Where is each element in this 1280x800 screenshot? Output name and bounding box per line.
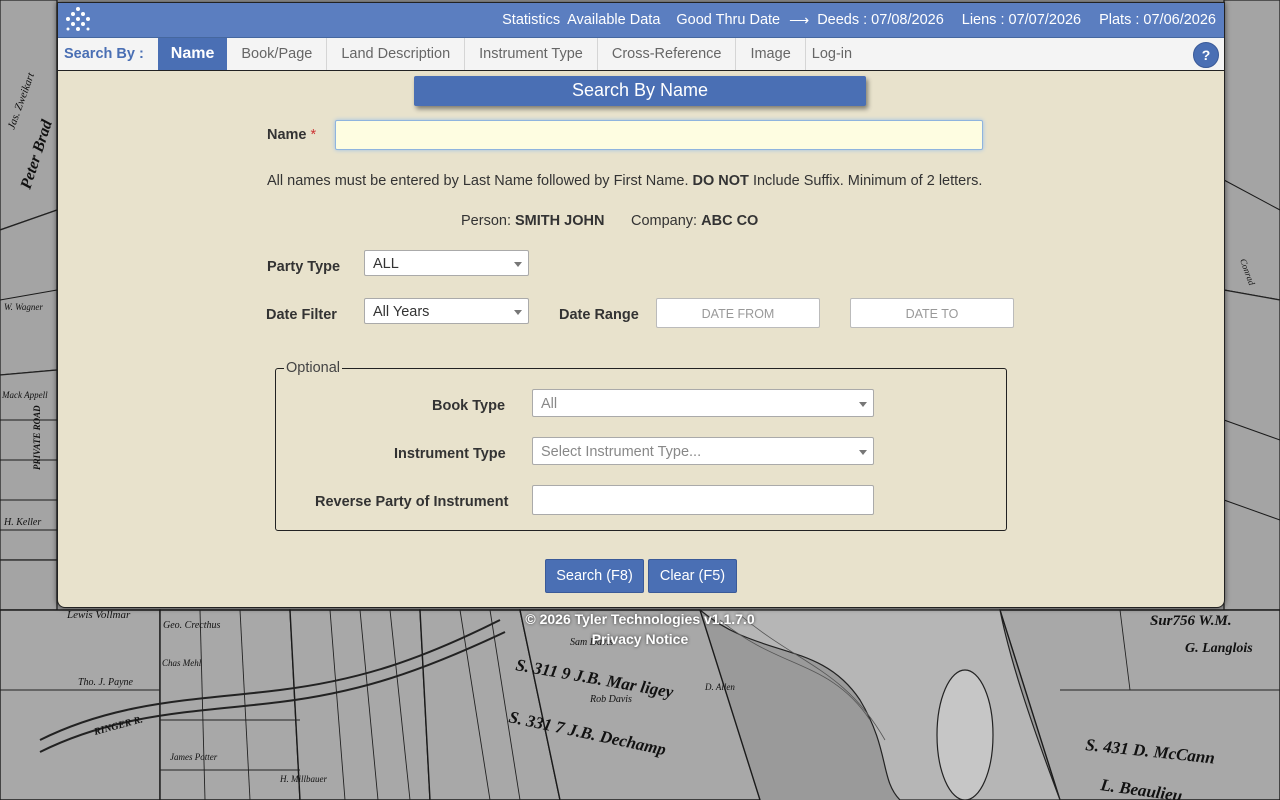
optional-legend: Optional — [286, 360, 341, 376]
date-filter-value: All Years — [373, 304, 430, 320]
logo-icon[interactable] — [64, 6, 92, 34]
copyright-text: © 2026 Tyler Technologies v1.1.7.0 — [525, 611, 755, 627]
hint-text: All names must be entered by Last Name f… — [267, 173, 689, 189]
reverse-party-input[interactable] — [532, 485, 874, 515]
company-example-value: ABC CO — [701, 213, 759, 229]
chevron-down-icon — [859, 402, 867, 407]
tab-image[interactable]: Image — [736, 38, 806, 70]
date-filter-select[interactable]: All Years — [364, 298, 529, 324]
map-label: PRIVATE ROAD — [32, 405, 42, 470]
date-range-label: Date Range — [559, 307, 639, 323]
arrow-right-icon: ⟶ — [789, 11, 810, 28]
tab-land-description[interactable]: Land Description — [327, 38, 466, 70]
person-example-value: SMITH JOHN — [515, 213, 605, 229]
party-type-value: ALL — [373, 256, 399, 272]
name-input[interactable] — [335, 120, 983, 150]
party-type-select[interactable]: ALL — [364, 250, 529, 276]
good-thru-label: Good Thru Date — [676, 12, 781, 28]
hint-text-2: Include Suffix. Minimum of 2 letters. — [752, 173, 983, 189]
book-type-value: All — [541, 396, 558, 412]
liens-date: Liens : 07/07/2026 — [961, 12, 1082, 28]
map-label: Chas Mehl — [162, 658, 202, 668]
date-filter-label: Date Filter — [266, 307, 337, 323]
name-label-text: Name — [267, 127, 307, 143]
tab-book-page[interactable]: Book/Page — [227, 38, 328, 70]
instrument-type-select[interactable]: Select Instrument Type... — [532, 437, 874, 465]
tab-cross-reference[interactable]: Cross-Reference — [598, 38, 737, 70]
chevron-down-icon — [859, 450, 867, 455]
privacy-notice-label[interactable]: Privacy Notice — [592, 631, 689, 647]
map-label: H. Millbauer — [279, 774, 327, 784]
map-label: Tho. J. Payne — [78, 677, 134, 688]
instrument-type-label: Instrument Type — [394, 446, 506, 462]
chevron-down-icon — [514, 262, 522, 267]
clear-button[interactable]: Clear (F5) — [648, 559, 737, 593]
header-bar: Statistics Available Data Good Thru Date… — [58, 3, 1224, 38]
book-type-select[interactable]: All — [532, 389, 874, 417]
party-type-label: Party Type — [267, 259, 341, 275]
person-example: Person: SMITH JOHN — [461, 213, 604, 229]
search-button[interactable]: Search (F8) — [545, 559, 644, 593]
book-type-label: Book Type — [432, 398, 506, 414]
plats-date: Plats : 07/06/2026 — [1099, 12, 1216, 28]
available-data-link[interactable]: Available Data — [567, 12, 660, 28]
company-label: Company: — [631, 213, 698, 229]
instrument-type-placeholder: Select Instrument Type... — [541, 444, 702, 460]
form-title: Search By Name — [414, 76, 866, 106]
deeds-date: Deeds : 07/08/2026 — [817, 12, 944, 28]
name-label: Name * — [267, 127, 316, 143]
date-to-input[interactable]: DATE TO — [850, 298, 1014, 328]
tab-log-in[interactable]: Log-in — [806, 38, 866, 70]
tab-instrument-type[interactable]: Instrument Type — [465, 38, 598, 70]
required-mark: * — [310, 127, 317, 143]
map-label: D. Allen — [704, 682, 735, 692]
date-from-input[interactable]: DATE FROM — [656, 298, 820, 328]
search-panel: Statistics Available Data Good Thru Date… — [57, 2, 1225, 608]
map-label: Mack Appell — [1, 390, 48, 400]
map-label: Rob Davis — [589, 694, 632, 705]
privacy-notice-link[interactable]: Privacy Notice — [0, 631, 1280, 647]
help-icon[interactable]: ? — [1193, 42, 1219, 68]
map-label: H. Keller — [3, 517, 41, 528]
hint-emphasis: DO NOT — [692, 173, 749, 189]
company-example: Company: ABC CO — [631, 213, 758, 229]
name-hint: All names must be entered by Last Name f… — [267, 173, 982, 189]
person-label: Person: — [461, 213, 511, 229]
reverse-party-label: Reverse Party of Instrument — [315, 494, 509, 510]
tab-name[interactable]: Name — [157, 38, 228, 70]
search-tabs: Search By : Name Book/Page Land Descript… — [58, 38, 1224, 71]
map-label: James Potter — [170, 752, 218, 762]
search-by-label: Search By : — [64, 46, 144, 62]
statistics-link[interactable]: Statistics — [502, 12, 560, 28]
map-label: W. Wagner — [4, 302, 43, 312]
chevron-down-icon — [514, 310, 522, 315]
